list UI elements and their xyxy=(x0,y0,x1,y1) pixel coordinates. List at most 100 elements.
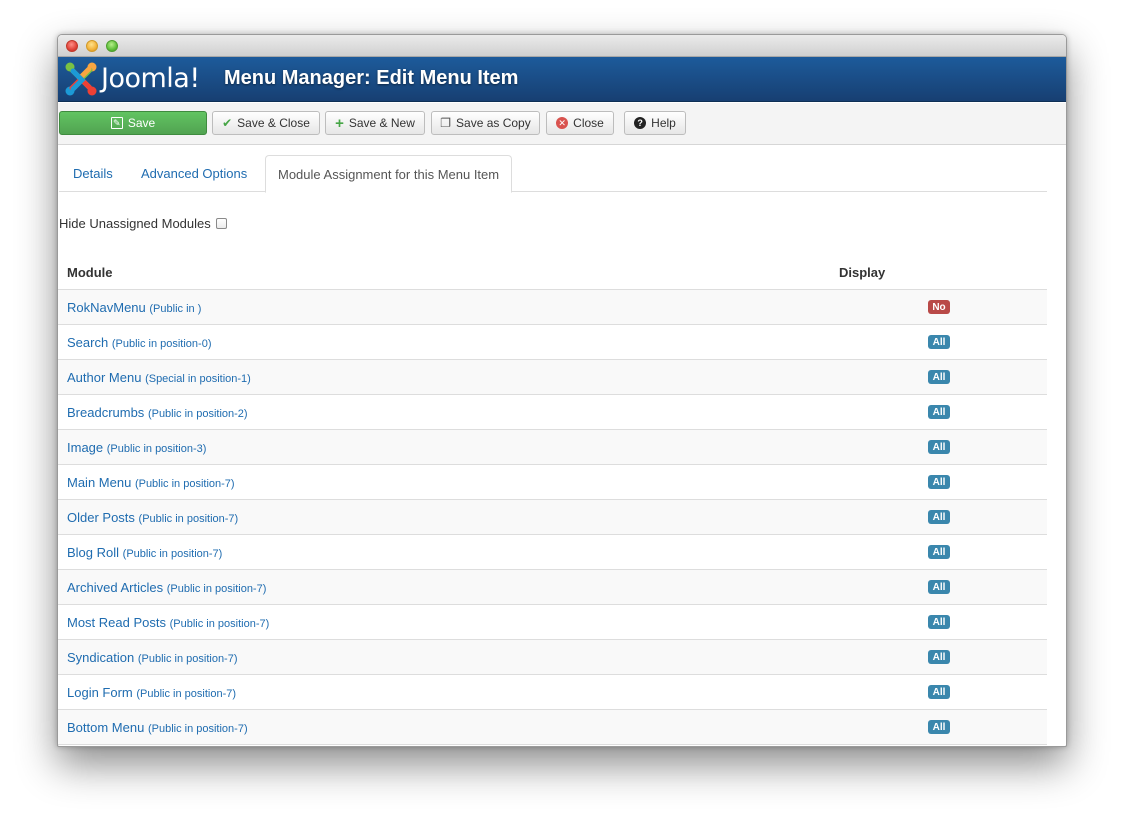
module-access-position: (Public in position-7) xyxy=(122,548,223,560)
module-access-position: (Public in position-7) xyxy=(136,688,237,700)
save-new-button[interactable]: + Save & New xyxy=(325,111,425,135)
module-access-position: (Public in position-7) xyxy=(169,618,270,630)
module-link[interactable]: Older Posts (Public in position-7) xyxy=(67,510,238,525)
save-close-button[interactable]: ✔ Save & Close xyxy=(212,111,320,135)
save-close-label: Save & Close xyxy=(237,116,310,130)
module-name: Breadcrumbs xyxy=(67,405,145,420)
module-name: RokNavMenu xyxy=(67,300,146,315)
module-access-position: (Public in position-7) xyxy=(166,583,267,595)
module-access-position: (Public in position-7) xyxy=(134,478,235,490)
module-link[interactable]: Syndication (Public in position-7) xyxy=(67,650,238,665)
module-name: Bottom Menu xyxy=(67,720,145,735)
table-row: Breadcrumbs (Public in position-2) All xyxy=(58,395,1047,430)
module-name: Search xyxy=(67,335,109,350)
save-as-copy-label: Save as Copy xyxy=(456,116,531,130)
window-minimize-button[interactable] xyxy=(86,40,98,52)
display-badge: All xyxy=(928,440,950,454)
table-row: Login Form (Public in position-7) All xyxy=(58,675,1047,710)
browser-window: Joomla! Menu Manager: Edit Menu Item ✎ S… xyxy=(57,34,1067,747)
module-link[interactable]: Most Read Posts (Public in position-7) xyxy=(67,615,269,630)
save-as-copy-button[interactable]: ❐ Save as Copy xyxy=(431,111,540,135)
module-access-position: (Public in position-7) xyxy=(147,723,248,735)
help-label: Help xyxy=(651,116,676,130)
display-badge: All xyxy=(928,615,950,629)
save-button[interactable]: ✎ Save xyxy=(59,111,207,135)
module-name: Main Menu xyxy=(67,475,132,490)
module-link[interactable]: Search (Public in position-0) xyxy=(67,335,211,350)
hide-unassigned-checkbox[interactable] xyxy=(215,217,227,229)
table-row: Older Posts (Public in position-7) All xyxy=(58,500,1047,535)
module-access-position: (Public in position-3) xyxy=(106,443,207,455)
toolbar: ✎ Save ✔ Save & Close + Save & New ❐ Sav… xyxy=(58,103,1066,145)
module-assignment-table: Module Display RokNavMenu (Public in ) No… xyxy=(58,255,1047,745)
joomla-logo[interactable]: Joomla! xyxy=(64,61,209,97)
module-name: Most Read Posts xyxy=(67,615,166,630)
tab-details[interactable]: Details xyxy=(61,155,125,192)
copy-icon: ❐ xyxy=(440,116,452,130)
hide-unassigned-filter: Hide Unassigned Modules xyxy=(59,215,227,231)
display-badge: No xyxy=(928,300,950,314)
table-row: Author Menu (Special in position-1) All xyxy=(58,360,1047,395)
window-zoom-button[interactable] xyxy=(106,40,118,52)
module-name: Login Form xyxy=(67,685,133,700)
module-name: Image xyxy=(67,440,104,455)
edit-icon: ✎ xyxy=(110,117,123,129)
table-header: Module Display xyxy=(58,255,1047,290)
module-name: Syndication xyxy=(67,650,135,665)
table-row: Main Menu (Public in position-7) All xyxy=(58,465,1047,500)
display-badge: All xyxy=(928,580,950,594)
help-button[interactable]: ? Help xyxy=(624,111,686,135)
save-button-label: Save xyxy=(127,116,156,130)
table-row: Syndication (Public in position-7) All xyxy=(58,640,1047,675)
module-link[interactable]: Breadcrumbs (Public in position-2) xyxy=(67,405,248,420)
module-access-position: (Public in position-7) xyxy=(138,513,239,525)
display-badge: All xyxy=(928,335,950,349)
table-row: Search (Public in position-0) All xyxy=(58,325,1047,360)
plus-icon: + xyxy=(335,114,344,132)
display-badge: All xyxy=(928,685,950,699)
module-name: Blog Roll xyxy=(67,545,120,560)
display-badge: All xyxy=(928,370,950,384)
tab-advanced-options[interactable]: Advanced Options xyxy=(129,155,259,192)
display-badge: All xyxy=(928,510,950,524)
display-badge: All xyxy=(928,405,950,419)
close-button[interactable]: ✕ Close xyxy=(546,111,614,135)
tab-module-assignment[interactable]: Module Assignment for this Menu Item xyxy=(265,155,513,193)
display-badge: All xyxy=(928,720,950,734)
window-close-button[interactable] xyxy=(66,40,78,52)
check-icon: ✔ xyxy=(222,116,233,130)
display-badge: All xyxy=(928,650,950,664)
hide-unassigned-label: Hide Unassigned Modules xyxy=(59,215,211,231)
module-link[interactable]: Archived Articles (Public in position-7) xyxy=(67,580,266,595)
save-new-label: Save & New xyxy=(348,116,415,130)
table-row: Image (Public in position-3) All xyxy=(58,430,1047,465)
close-circle-icon: ✕ xyxy=(556,117,569,129)
table-row: Blog Roll (Public in position-7) All xyxy=(58,535,1047,570)
page-title: Menu Manager: Edit Menu Item xyxy=(224,67,519,89)
tab-bar: Details Advanced Options Module Assignme… xyxy=(59,155,1047,193)
module-link[interactable]: Main Menu (Public in position-7) xyxy=(67,475,235,490)
module-name: Author Menu xyxy=(67,370,142,385)
module-access-position: (Public in position-7) xyxy=(137,653,238,665)
module-access-position: (Public in position-0) xyxy=(111,338,212,350)
module-name: Archived Articles xyxy=(67,580,164,595)
column-header-module: Module xyxy=(67,265,113,280)
display-badge: All xyxy=(928,475,950,489)
admin-header: Joomla! Menu Manager: Edit Menu Item xyxy=(58,57,1066,102)
module-link[interactable]: Image (Public in position-3) xyxy=(67,440,206,455)
table-body: RokNavMenu (Public in ) No Search (Public … xyxy=(58,290,1047,745)
table-row: Most Read Posts (Public in position-7) Al… xyxy=(58,605,1047,640)
module-link[interactable]: Login Form (Public in position-7) xyxy=(67,685,236,700)
logo-text: Joomla! xyxy=(101,63,200,94)
display-badge: All xyxy=(928,545,950,559)
module-link[interactable]: Author Menu (Special in position-1) xyxy=(67,370,251,385)
table-row: Bottom Menu (Public in position-7) All xyxy=(58,710,1047,745)
module-link[interactable]: RokNavMenu (Public in ) xyxy=(67,300,201,315)
window-titlebar xyxy=(58,35,1066,57)
joomla-logo-icon xyxy=(65,62,97,96)
module-link[interactable]: Blog Roll (Public in position-7) xyxy=(67,545,222,560)
question-icon: ? xyxy=(634,117,647,129)
module-access-position: (Special in position-1) xyxy=(145,373,251,385)
module-link[interactable]: Bottom Menu (Public in position-7) xyxy=(67,720,248,735)
table-row: Archived Articles (Public in position-7)… xyxy=(58,570,1047,605)
